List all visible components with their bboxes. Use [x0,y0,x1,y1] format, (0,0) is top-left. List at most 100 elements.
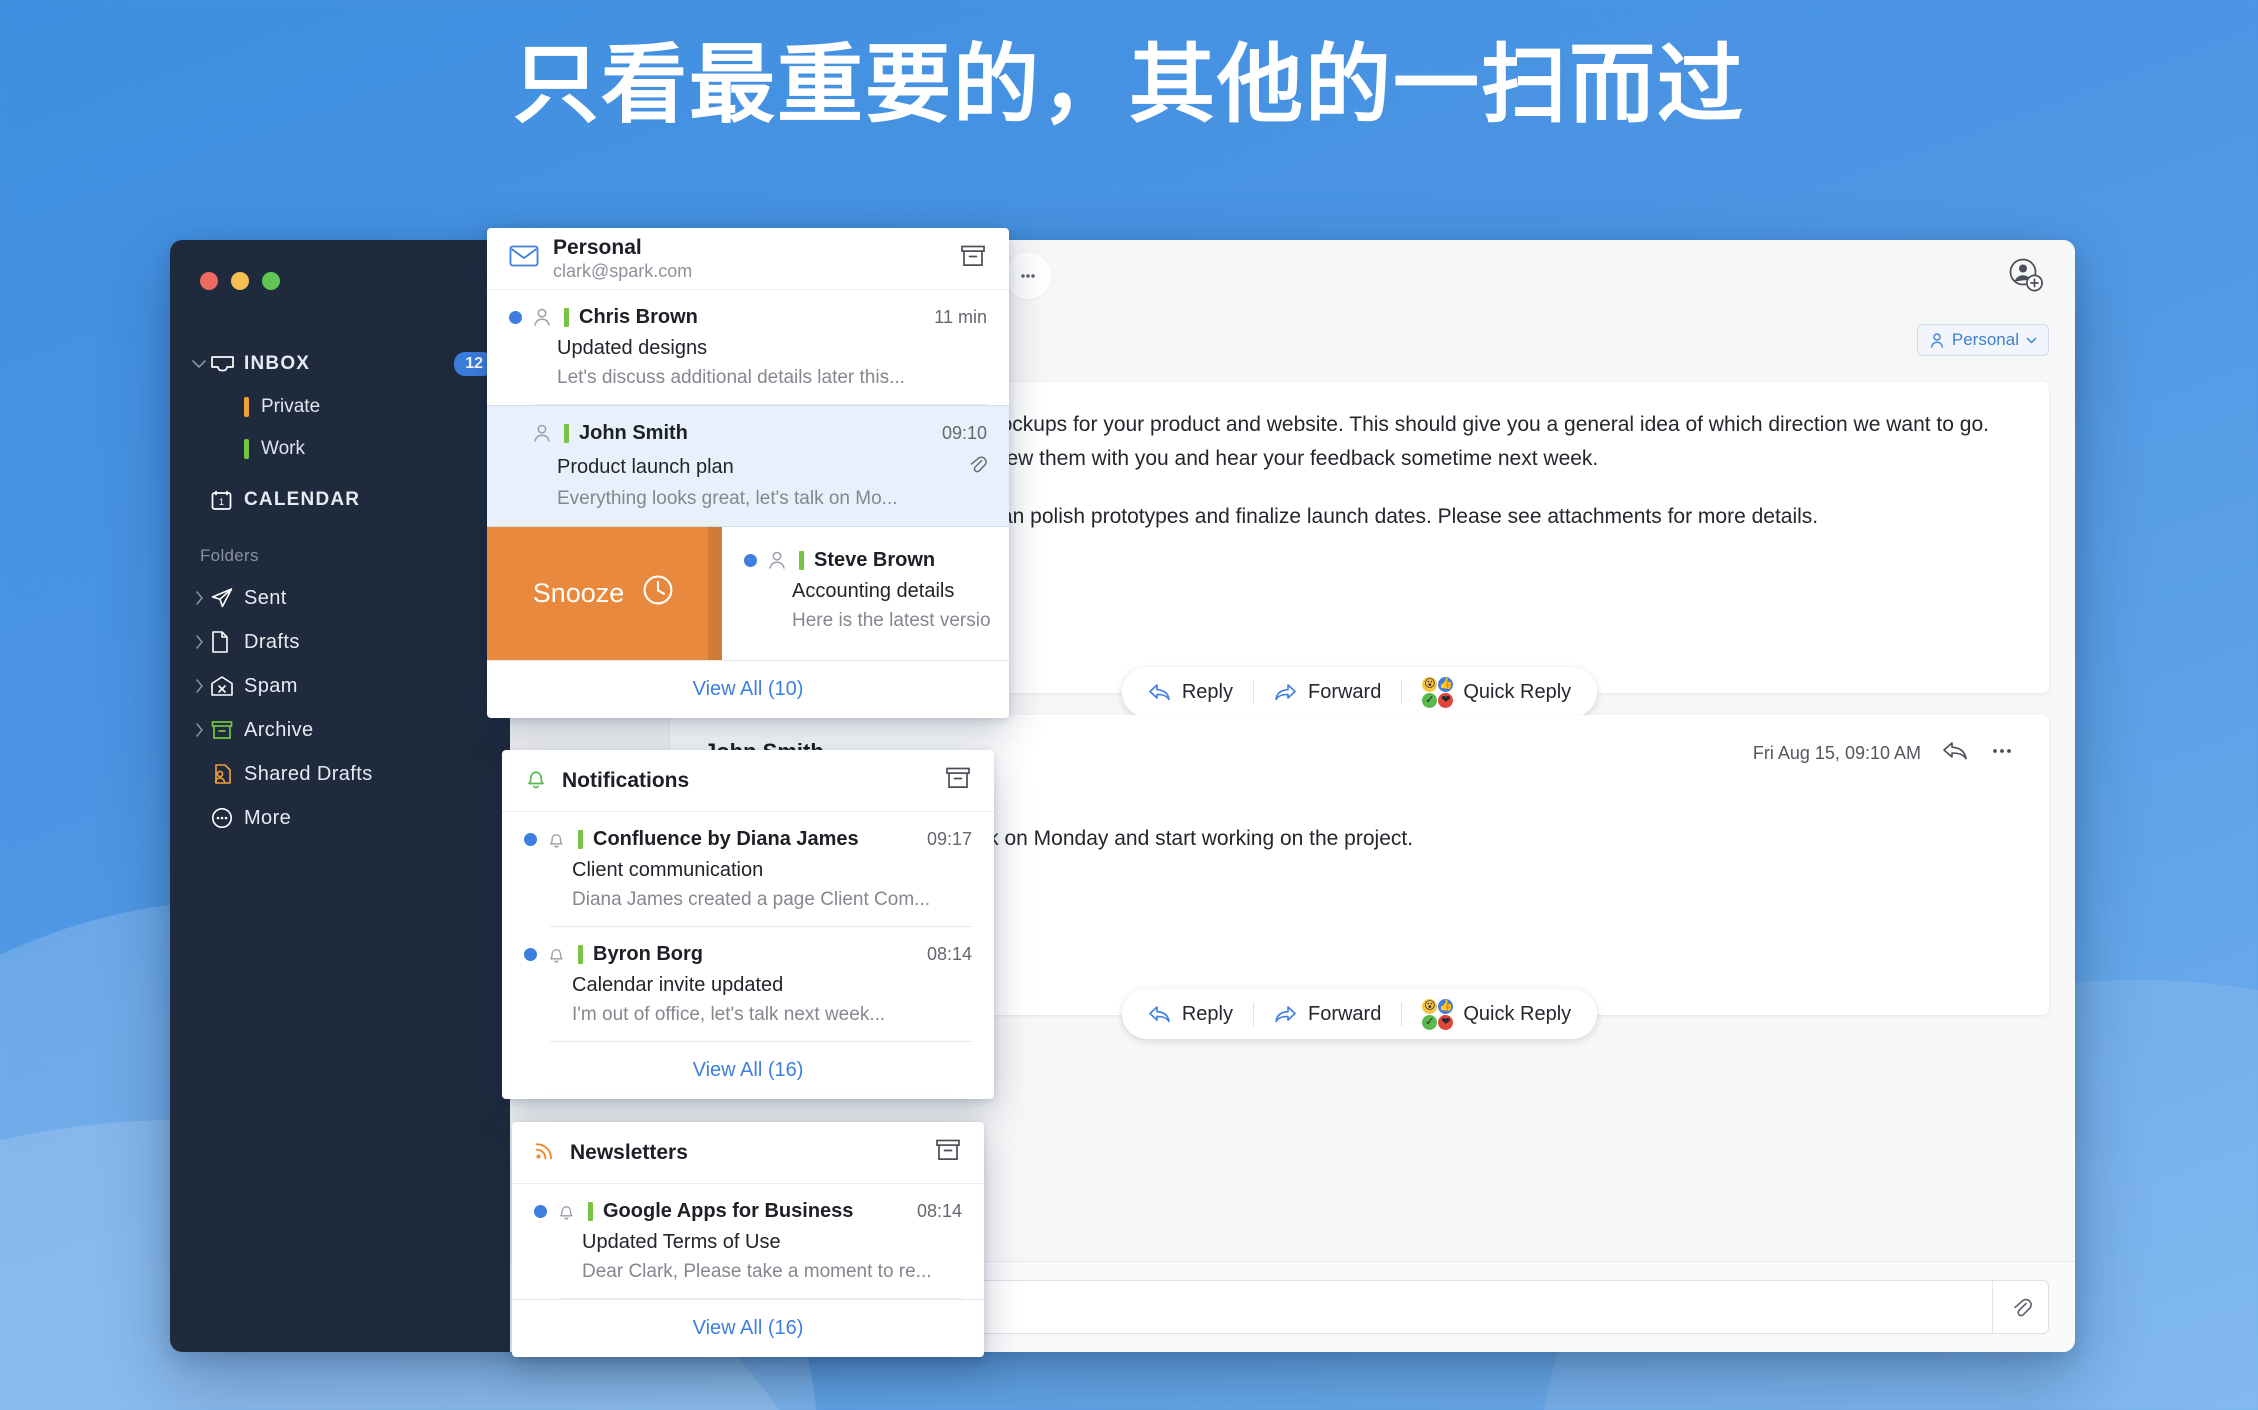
window-traffic-lights [170,240,510,290]
sidebar-item-spam[interactable]: Spam [170,664,510,708]
archive-box-icon [210,719,244,741]
quick-reply-button[interactable]: 😮 👍 ✓ ❤ Quick Reply [1402,998,1591,1030]
sidebar-item-more[interactable]: More [170,796,510,840]
reply-icon[interactable] [1941,739,1969,768]
sidebar-item-work[interactable]: Work [170,428,510,470]
chevron-down-icon [2026,336,2037,344]
smart-inbox-card-notifications: Notifications Confluence by Diana James … [502,750,994,1099]
forward-arrow-icon [1275,1006,1296,1023]
mail-subject: Updated Terms of Use [582,1231,962,1254]
clock-icon [640,572,676,615]
snooze-swipe-action[interactable]: Snooze [487,527,722,660]
mail-subject-text: Product launch plan [557,455,734,478]
mail-preview: Dear Clark, Please take a moment to re..… [582,1261,932,1282]
add-contact-icon[interactable] [2005,254,2045,299]
close-window-button[interactable] [200,272,218,290]
swiped-mail-content: Steve Brown Accounting details Here is t… [722,527,1009,660]
card-title: Notifications [562,768,690,792]
archive-icon[interactable] [959,243,987,274]
mail-subject-text: Updated Terms of Use [582,1231,781,1253]
emoji-reactions-icon: 😮 👍 ✓ ❤ [1422,676,1454,708]
sidebar-item-spam-label: Spam [244,674,298,697]
mail-time: 09:17 [926,829,972,849]
mail-subject: Accounting details [792,580,1009,603]
tag-color-bar [588,1202,593,1221]
mail-list-item[interactable]: John Smith 09:10 Product launch plan Eve… [487,405,1009,527]
person-icon [532,307,552,328]
document-icon [210,630,244,654]
sidebar-item-inbox[interactable]: INBOX 12 [170,342,510,386]
sidebar-item-shared-drafts-label: Shared Drafts [244,762,373,785]
envelope-icon [509,244,539,273]
sidebar-item-private[interactable]: Private [170,386,510,428]
chevron-right-icon[interactable] [188,591,210,605]
forward-button[interactable]: Forward [1254,681,1401,704]
mail-row-top: Byron Borg 08:14 [524,943,972,966]
sidebar-item-sent[interactable]: Sent [170,576,510,620]
chevron-right-icon[interactable] [188,679,210,693]
sidebar-item-drafts-label: Drafts [244,630,300,653]
chevron-right-icon[interactable] [188,723,210,737]
more-icon[interactable] [1989,740,2015,767]
mail-subject: Product launch plan [557,453,987,481]
reply-button[interactable]: Reply [1128,681,1253,704]
mail-row-top: Steve Brown [744,549,1009,572]
mail-preview: Let's discuss additional details later t… [557,367,905,388]
reply-button[interactable]: Reply [1128,1003,1253,1026]
page-title: 只看最重要的，其他的一扫而过 [513,35,1745,135]
sidebar-item-work-label: Work [261,438,305,459]
unread-indicator [509,311,522,324]
mail-row-top: John Smith 09:10 [509,422,987,445]
mail-list-item[interactable]: Chris Brown 11 min Updated designs Let's… [487,290,1009,405]
view-all-link[interactable]: View All (16) [512,1299,984,1357]
mail-time: 11 min [934,307,987,327]
chevron-right-icon[interactable] [188,635,210,649]
account-chip-label: Personal [1951,330,2019,349]
calendar-icon: 1 [210,489,244,512]
svg-text:1: 1 [219,497,224,507]
sidebar-item-drafts[interactable]: Drafts [170,620,510,664]
unread-indicator [509,427,522,440]
view-all-link[interactable]: View All (10) [487,660,1009,718]
sidebar-item-archive[interactable]: Archive [170,708,510,752]
quick-reply-label: Quick Reply [1463,1002,1572,1025]
forward-arrow-icon [1275,684,1296,701]
bell-icon [524,765,548,796]
archive-icon[interactable] [934,1137,962,1168]
tag-color-bar [578,945,583,964]
mail-preview: I'm out of office, let's talk next week.… [572,1004,886,1025]
mail-list-item[interactable]: Confluence by Diana James 09:17 Client c… [502,812,994,927]
sidebar-item-shared-drafts[interactable]: Shared Drafts [170,752,510,796]
forward-button[interactable]: Forward [1254,1003,1401,1026]
minimize-window-button[interactable] [231,272,249,290]
mail-preview: Everything looks great, let's talk on Mo… [557,488,898,509]
snooze-label: Snooze [532,578,625,608]
quick-reply-button[interactable]: 😮 👍 ✓ ❤ Quick Reply [1402,676,1591,708]
sidebar-item-private-label: Private [261,396,321,417]
paperclip-icon[interactable] [1992,1281,2048,1333]
rss-icon [534,1139,556,1166]
shared-draft-icon [210,762,244,786]
mail-subject: Client communication [572,859,972,882]
emoji-reactions-icon: 😮 👍 ✓ ❤ [1422,998,1454,1030]
mail-row-top: Confluence by Diana James 09:17 [524,828,972,851]
sidebar-item-sent-label: Sent [244,586,287,609]
archive-icon[interactable] [944,765,972,796]
unread-indicator [524,948,537,961]
zoom-window-button[interactable] [262,272,280,290]
view-all-link[interactable]: View All (16) [502,1042,994,1099]
tag-color-bar [578,830,583,849]
tag-color-work [244,439,249,459]
chevron-down-icon[interactable] [188,359,210,369]
tag-color-bar [564,308,569,327]
mail-list-item[interactable]: Google Apps for Business 08:14 Updated T… [512,1184,984,1299]
unread-indicator [744,554,757,567]
mail-list-item[interactable]: Byron Borg 08:14 Calendar invite updated… [502,927,994,1042]
spam-envelope-icon [210,675,244,697]
sidebar-item-calendar[interactable]: 1 CALENDAR [170,478,510,522]
mail-list-item-swiped[interactable]: Snooze Steve Brown Accounting details He… [487,527,1009,660]
account-chip[interactable]: Personal [1916,324,2049,356]
action-pill: Reply Forward 😮 👍 ✓ ❤ Quick Reply [1121,989,1598,1040]
mail-subject: Updated designs [557,337,987,360]
more-icon[interactable] [1004,253,1051,299]
